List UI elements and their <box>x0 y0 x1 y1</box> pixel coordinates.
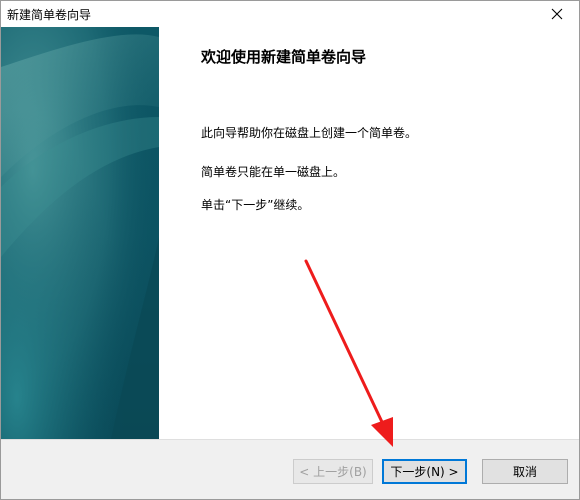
back-button[interactable]: < 上一步(B) <box>293 459 373 484</box>
continue-instruction: 单击“下一步”继续。 <box>201 198 310 212</box>
cancel-button[interactable]: 取消 <box>482 459 568 484</box>
intro-text: 此向导帮助你在磁盘上创建一个简单卷。 <box>201 126 418 140</box>
window-title: 新建简单卷向导 <box>7 8 92 22</box>
wizard-side-banner <box>1 27 159 439</box>
close-button[interactable] <box>535 1 579 27</box>
page-heading: 欢迎使用新建简单卷向导 <box>201 48 367 66</box>
wizard-body: 欢迎使用新建简单卷向导 此向导帮助你在磁盘上创建一个简单卷。 简单卷只能在单一磁… <box>1 27 579 439</box>
button-bar: < 上一步(B) 下一步(N) > 取消 <box>1 439 579 499</box>
title-bar: 新建简单卷向导 <box>1 1 579 27</box>
close-icon <box>551 8 563 20</box>
next-button[interactable]: 下一步(N) > <box>382 459 467 484</box>
side-banner-graphic <box>1 27 159 439</box>
wizard-window: 新建简单卷向导 欢迎使用新建简单卷向导 此向导帮助你在磁盘上创建一个简单卷。 简… <box>0 0 580 500</box>
single-disk-note: 简单卷只能在单一磁盘上。 <box>201 165 346 179</box>
